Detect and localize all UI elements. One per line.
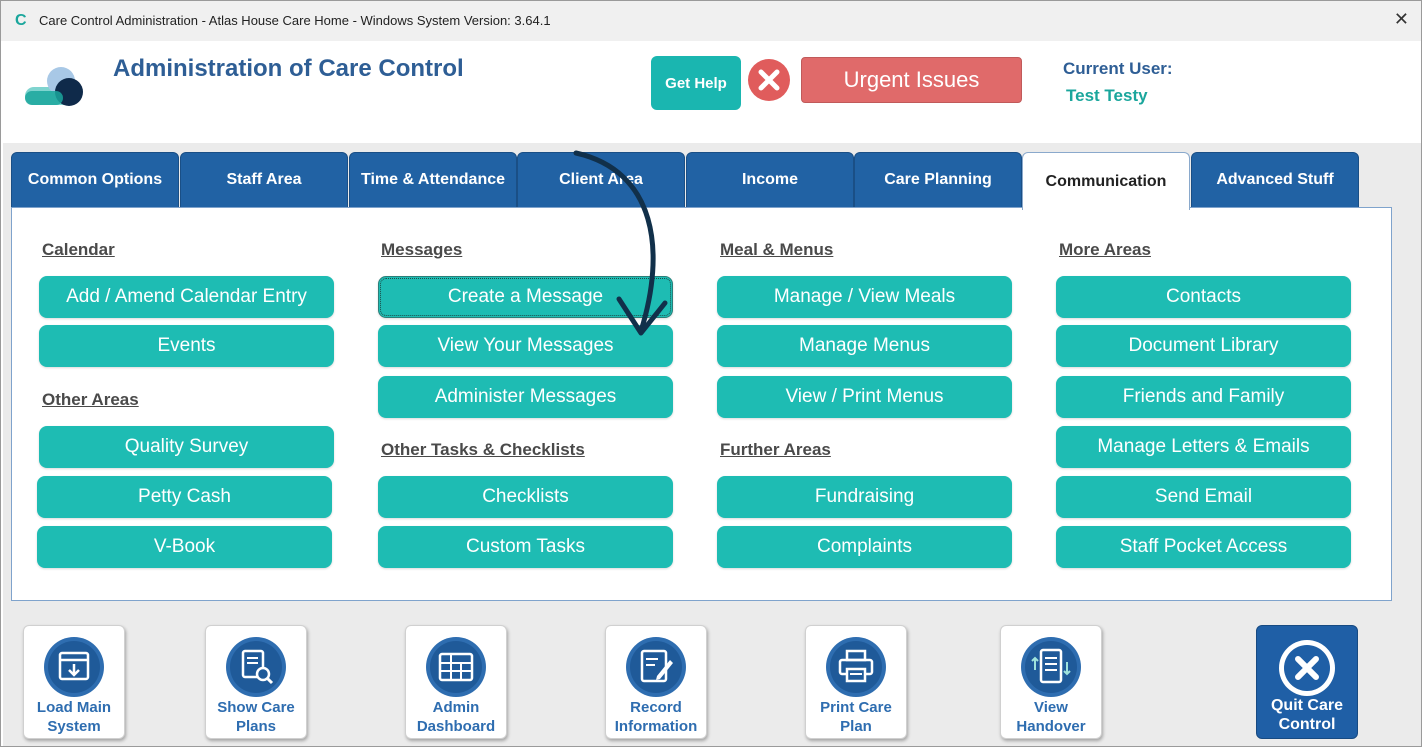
quit-label-1: Quit Care	[1270, 697, 1343, 714]
load-main-label-2: System	[47, 718, 101, 735]
show-care-plans-label-2: Plans	[235, 718, 277, 735]
manage-letters-emails-button[interactable]: Manage Letters & Emails	[1056, 426, 1351, 468]
staff-pocket-access-button[interactable]: Staff Pocket Access	[1056, 526, 1351, 568]
contacts-button[interactable]: Contacts	[1056, 276, 1351, 318]
tab-advanced-stuff[interactable]: Advanced Stuff	[1191, 152, 1359, 208]
app-window: C Care Control Administration - Atlas Ho…	[0, 0, 1422, 747]
petty-cash-button[interactable]: Petty Cash	[37, 476, 332, 518]
app-icon: C	[15, 12, 27, 29]
view-handover-label-2: Handover	[1016, 718, 1086, 735]
document-search-icon	[226, 637, 286, 697]
print-care-plan-label-1: Print Care	[820, 699, 892, 716]
window-title: Care Control Administration - Atlas Hous…	[39, 13, 551, 28]
tab-time-attendance[interactable]: Time & Attendance	[349, 152, 517, 208]
other-tasks-heading: Other Tasks & Checklists	[381, 440, 585, 459]
other-areas-heading: Other Areas	[42, 390, 139, 409]
send-email-button[interactable]: Send Email	[1056, 476, 1351, 518]
edit-document-icon	[626, 637, 686, 697]
show-care-plans-button[interactable]: Show Care Plans	[205, 625, 307, 739]
quit-care-control-button[interactable]: Quit Care Control	[1256, 625, 1358, 739]
document-library-button[interactable]: Document Library	[1056, 325, 1351, 367]
close-circle-icon	[1279, 640, 1335, 696]
checklists-button[interactable]: Checklists	[378, 476, 673, 518]
calendar-heading: Calendar	[42, 240, 115, 259]
error-icon[interactable]	[747, 58, 791, 102]
tab-common-options[interactable]: Common Options	[11, 152, 179, 208]
brand-logo	[25, 67, 83, 106]
v-book-button[interactable]: V-Book	[37, 526, 332, 568]
administer-messages-button[interactable]: Administer Messages	[378, 376, 673, 418]
complaints-button[interactable]: Complaints	[717, 526, 1012, 568]
fundraising-button[interactable]: Fundraising	[717, 476, 1012, 518]
custom-tasks-button[interactable]: Custom Tasks	[378, 526, 673, 568]
tab-care-planning[interactable]: Care Planning	[854, 152, 1022, 208]
view-handover-button[interactable]: View Handover	[1000, 625, 1102, 739]
load-main-system-icon	[44, 637, 104, 697]
add-amend-calendar-entry-button[interactable]: Add / Amend Calendar Entry	[39, 276, 334, 318]
printer-icon	[826, 637, 886, 697]
events-button[interactable]: Events	[39, 325, 334, 367]
record-information-button[interactable]: Record Information	[605, 625, 707, 739]
tab-staff-area[interactable]: Staff Area	[180, 152, 348, 208]
meal-menus-heading: Meal & Menus	[720, 240, 834, 259]
title-bar: C Care Control Administration - Atlas Ho…	[1, 1, 1421, 41]
get-help-button[interactable]: Get Help	[651, 56, 741, 110]
record-information-label-2: Information	[614, 718, 698, 735]
messages-heading: Messages	[381, 240, 463, 259]
admin-dashboard-label-1: Admin	[432, 699, 480, 716]
friends-family-button[interactable]: Friends and Family	[1056, 376, 1351, 418]
load-main-system-button[interactable]: Load Main System	[23, 625, 125, 739]
print-care-plan-button[interactable]: Print Care Plan	[805, 625, 907, 739]
quit-label-2: Control	[1278, 716, 1336, 733]
tab-communication[interactable]: Communication	[1022, 152, 1190, 210]
admin-dashboard-label-2: Dashboard	[416, 718, 496, 735]
record-information-label-1: Record	[630, 699, 682, 716]
current-user-name: Test Testy	[1066, 86, 1148, 105]
page-title: Administration of Care Control	[113, 55, 464, 82]
close-icon[interactable]: ✕	[1394, 9, 1409, 30]
view-print-menus-button[interactable]: View / Print Menus	[717, 376, 1012, 418]
tab-income[interactable]: Income	[686, 152, 854, 208]
dashboard-icon	[426, 637, 486, 697]
handover-list-icon	[1021, 637, 1081, 697]
more-areas-heading: More Areas	[1059, 240, 1151, 259]
load-main-label-1: Load Main	[36, 699, 112, 716]
annotation-arrow	[573, 150, 668, 336]
show-care-plans-label-1: Show Care	[217, 699, 295, 716]
manage-view-meals-button[interactable]: Manage / View Meals	[717, 276, 1012, 318]
manage-menus-button[interactable]: Manage Menus	[717, 325, 1012, 367]
urgent-issues-button[interactable]: Urgent Issues	[801, 57, 1022, 103]
current-user-label: Current User:	[1063, 59, 1173, 78]
quality-survey-button[interactable]: Quality Survey	[39, 426, 334, 468]
further-areas-heading: Further Areas	[720, 440, 831, 459]
view-handover-label-1: View	[1034, 699, 1068, 716]
print-care-plan-label-2: Plan	[840, 718, 872, 735]
admin-dashboard-button[interactable]: Admin Dashboard	[405, 625, 507, 739]
